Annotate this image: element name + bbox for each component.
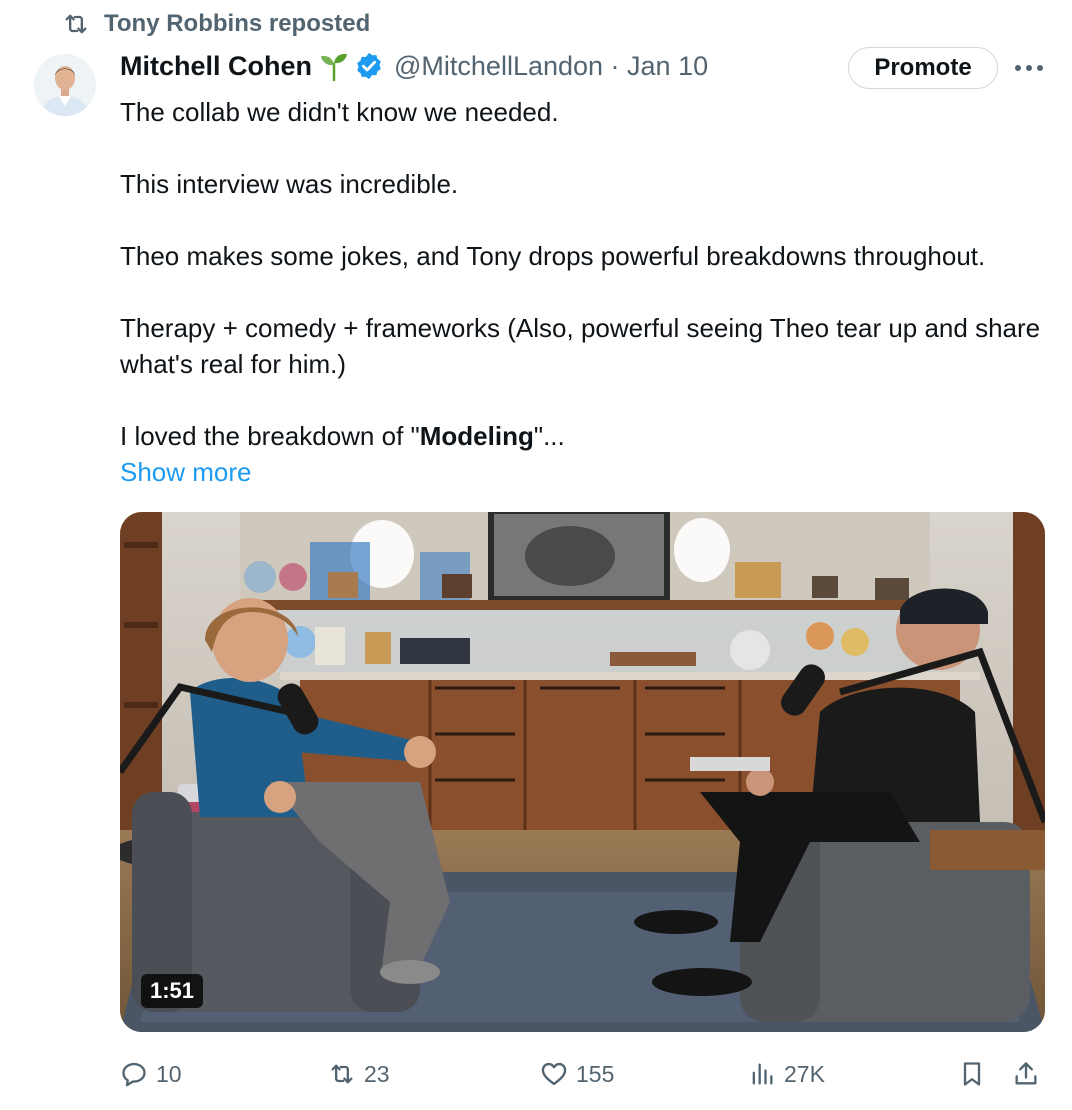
share-icon (1015, 1062, 1037, 1085)
more-options-icon (1015, 65, 1043, 71)
reply-count: 10 (156, 1060, 182, 1087)
avatar-image (34, 54, 96, 116)
tweet-paragraph: Therapy + comedy + frameworks (Also, pow… (120, 313, 1041, 379)
reply-icon (122, 1062, 146, 1087)
repost-button[interactable]: 23 (328, 1052, 390, 1096)
verified-badge-icon (357, 52, 381, 80)
tweet-paragraph: The collab we didn't know we needed. (120, 97, 559, 127)
video-player[interactable] (120, 512, 1045, 1032)
like-button[interactable]: 155 (540, 1052, 614, 1096)
tweet-paragraph: I loved the breakdown of "Modeling"... (120, 418, 1060, 454)
tweet-paragraph: Theo makes some jokes, and Tony drops po… (120, 241, 986, 271)
repost-indicator[interactable]: Tony Robbins reposted (62, 10, 370, 38)
reply-button[interactable]: 10 (120, 1052, 182, 1096)
text-fragment: "... (533, 421, 565, 451)
analytics-icon (752, 1063, 773, 1085)
promote-button[interactable]: Promote (848, 47, 998, 89)
bookmark-button[interactable] (958, 1052, 986, 1096)
sprout-icon (321, 53, 348, 82)
avatar[interactable] (34, 54, 96, 116)
more-options-button[interactable] (1012, 52, 1046, 84)
text-fragment: I loved the breakdown of " (120, 421, 420, 451)
bold-keyword: Modeling (419, 421, 534, 451)
video-duration: 1:51 (141, 974, 204, 1008)
repost-icon (65, 14, 87, 34)
show-more-link[interactable]: Show more (120, 454, 252, 490)
views-count: 27K (784, 1060, 825, 1087)
like-count: 155 (576, 1060, 615, 1087)
tweet-paragraph: This interview was incredible. (120, 169, 459, 199)
author-name[interactable]: Mitchell Cohen (120, 51, 312, 82)
views-button[interactable]: 27K (748, 1052, 825, 1096)
repost-label: Tony Robbins reposted (104, 10, 371, 37)
heart-icon (541, 1062, 567, 1086)
tweet-text: The collab we didn't know we needed. Thi… (120, 94, 1060, 454)
video-thumbnail (120, 512, 1045, 1032)
author-handle-date[interactable]: @MitchellLandon · Jan 10 (394, 51, 708, 82)
bookmark-icon (963, 1062, 981, 1086)
repost-icon (331, 1064, 353, 1084)
action-bar: 10 23 155 27K (120, 1052, 1045, 1096)
repost-count: 23 (364, 1060, 390, 1087)
share-button[interactable] (1012, 1052, 1040, 1096)
